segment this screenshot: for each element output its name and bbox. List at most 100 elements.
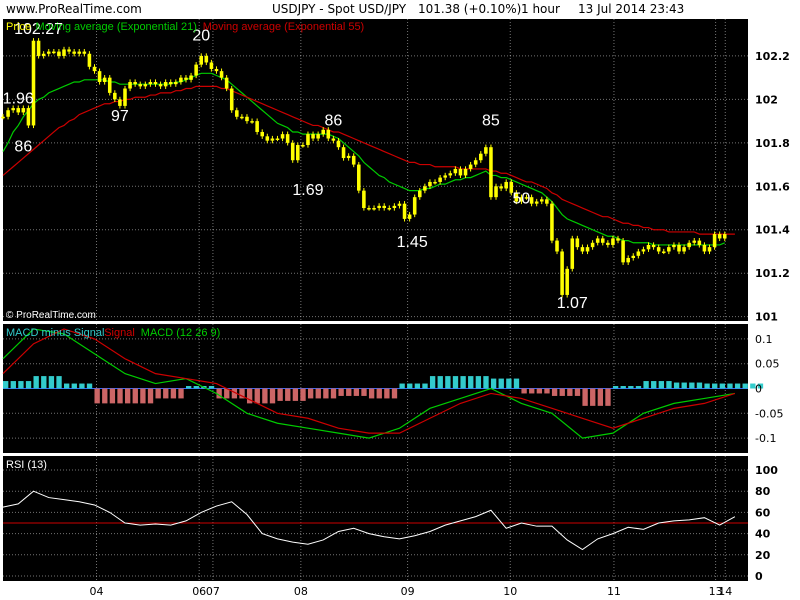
price-axis-label: 101.6: [755, 180, 790, 193]
macd-histogram-bar: [567, 388, 573, 396]
price-bar: [585, 247, 590, 252]
macd-axis-label: 0: [755, 383, 762, 396]
price-bar: [118, 99, 122, 106]
price-bar: [26, 108, 31, 126]
price-bar: [265, 136, 270, 141]
price-bar: [397, 203, 402, 206]
price-bar: [545, 199, 549, 204]
macd-histogram-bar: [582, 388, 588, 406]
price-bar: [138, 84, 143, 87]
price-bar: [667, 247, 671, 252]
macd-histogram-bar: [361, 388, 367, 396]
price-bar: [712, 234, 717, 248]
macd-histogram-bar: [48, 376, 55, 389]
macd-histogram-bar: [437, 376, 443, 389]
macd-histogram-bar: [635, 386, 642, 389]
price-bar: [418, 190, 422, 198]
price-bar: [52, 51, 56, 54]
price-bar: [606, 242, 610, 245]
price-bar: [92, 66, 97, 72]
chart: 04 06 07 08 09 10 11 1314102.2102101.8101.6101.…: [0, 0, 800, 600]
price-bar: [179, 77, 183, 83]
price-bar: [280, 134, 285, 139]
macd-histogram-bar: [719, 383, 726, 389]
macd-histogram-bar: [452, 376, 459, 389]
price-bar: [174, 82, 178, 85]
macd-histogram-bar: [468, 376, 474, 389]
macd-histogram-bar: [63, 383, 70, 389]
macd-histogram-bar: [10, 381, 16, 389]
price-bar: [499, 186, 503, 189]
price-bar: [41, 53, 46, 56]
price-annotation: 85: [482, 112, 500, 129]
x-tick-label: 14: [718, 585, 732, 598]
price-bar: [504, 181, 508, 189]
price-bar: [1, 116, 5, 119]
price-bar: [717, 234, 722, 239]
macd-histogram-bar: [391, 388, 398, 399]
price-bar: [412, 197, 417, 215]
macd-histogram-bar: [643, 381, 649, 389]
price-bar: [600, 238, 605, 243]
legend-ema55: Moving average (Exponential 55): [203, 21, 364, 33]
macd-histogram-bar: [368, 388, 375, 399]
macd-histogram-bar: [376, 388, 382, 399]
price-bar: [31, 40, 36, 126]
macd-histogram-bar: [140, 388, 146, 404]
macd-histogram-bar: [254, 388, 260, 404]
macd-histogram-bar: [193, 386, 199, 389]
price-bar: [407, 214, 412, 219]
price-bar: [148, 82, 153, 85]
macd-histogram-bar: [727, 383, 733, 389]
price-bar: [204, 55, 209, 63]
macd-histogram-bar: [673, 382, 680, 389]
legend-macd-minus-signal: MACD minus Signal: [6, 327, 104, 339]
price-bar: [224, 77, 229, 89]
price-bar: [656, 247, 661, 252]
price-bar: [443, 175, 447, 178]
macd-histogram-bar: [445, 376, 451, 389]
macd-histogram-bar: [307, 388, 314, 399]
macd-histogram-bar: [422, 383, 428, 389]
price-bar: [382, 205, 386, 209]
price-bar: [423, 186, 427, 191]
site-name: www.ProRealTime.com: [6, 2, 142, 16]
macd-histogram-bar: [56, 376, 62, 389]
price-bar: [631, 255, 636, 258]
macd-histogram-bar: [33, 376, 39, 389]
price-bar: [697, 240, 702, 245]
price-bar: [677, 244, 681, 252]
macd-histogram-bar: [666, 381, 672, 389]
rsi-panel: [3, 456, 748, 581]
price-bar: [255, 121, 259, 132]
price-bar: [438, 177, 442, 182]
price-bar: [67, 49, 71, 52]
x-tick-label: 11: [607, 585, 621, 598]
macd-histogram-bar: [285, 388, 291, 401]
price-axis-label: 102.2: [755, 50, 790, 63]
macd-histogram-bar: [612, 386, 619, 389]
price-axis-label: 101.4: [755, 224, 790, 237]
price-bar: [209, 62, 214, 69]
macd-histogram-bar: [551, 388, 558, 396]
macd-histogram-bar: [155, 388, 161, 399]
price-bar: [143, 84, 148, 87]
price-bar: [240, 116, 244, 119]
macd-histogram-bar: [132, 388, 138, 404]
price-bar: [87, 53, 92, 67]
macd-histogram-bar: [102, 388, 108, 404]
macd-histogram-bar: [696, 382, 703, 389]
price-bar: [646, 244, 651, 250]
macd-histogram-bar: [25, 381, 32, 389]
macd-histogram-bar: [208, 386, 215, 389]
price-bar: [672, 244, 676, 248]
price-bar: [219, 71, 224, 78]
macd-histogram-bar: [544, 388, 550, 394]
price-bar: [301, 145, 305, 147]
macd-histogram-bar: [506, 378, 512, 389]
price-bar: [372, 208, 376, 210]
price-bar: [336, 140, 341, 148]
x-tick-label: 06: [192, 585, 206, 598]
price-bar: [97, 71, 102, 83]
price-bar: [163, 82, 168, 87]
